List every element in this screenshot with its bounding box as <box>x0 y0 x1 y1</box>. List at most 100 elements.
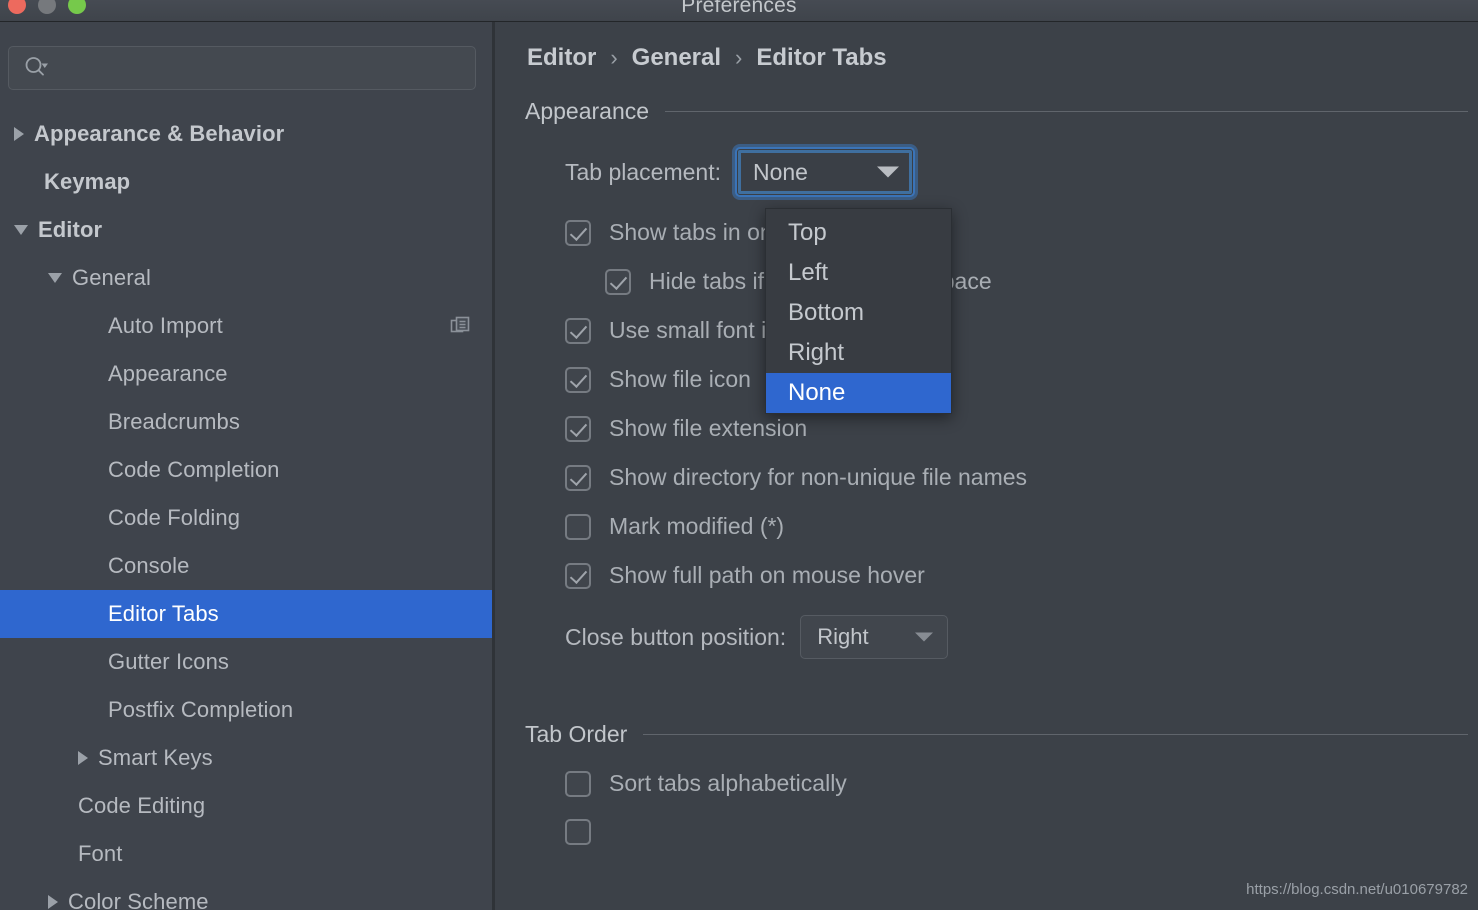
checkbox-checked[interactable] <box>565 219 591 246</box>
settings-main-panel: Editor › General › Editor Tabs Appearance Ta… <box>495 22 1478 910</box>
checkbox-row[interactable]: Show directory for non-unique file names <box>565 464 1478 491</box>
search-input[interactable] <box>49 58 475 78</box>
settings-sidebar: Appearance & Behavior Keymap Editor General… <box>0 22 492 910</box>
sidebar-item-label: Color Scheme <box>68 889 209 910</box>
search-icon <box>23 55 49 81</box>
sidebar-item-label: Console <box>108 553 190 578</box>
sidebar-item-label: Font <box>78 841 123 866</box>
dropdown-option-none[interactable]: None <box>766 373 951 413</box>
tab-placement-combobox[interactable]: None <box>734 147 915 197</box>
close-button-position-value: Right <box>817 624 869 649</box>
sidebar-item-gutter-icons[interactable]: Gutter Icons <box>0 638 492 686</box>
checkbox-label: Show full path on mouse hover <box>609 562 925 588</box>
checkbox-label: Sort tabs alphabetically <box>609 770 847 796</box>
sidebar-item-appearance-behavior[interactable]: Appearance & Behavior <box>0 110 492 158</box>
breadcrumb-item[interactable]: General <box>632 44 721 72</box>
checkbox-label: Mark modified (*) <box>609 513 785 539</box>
copy-icon[interactable] <box>450 316 470 336</box>
sidebar-item-label: Keymap <box>44 169 131 194</box>
sidebar-item-code-folding[interactable]: Code Folding <box>0 494 492 542</box>
tab-placement-value: None <box>752 158 808 185</box>
checkbox-row[interactable]: Mark modified (*) <box>565 513 1478 540</box>
sidebar-item-label: Breadcrumbs <box>108 409 240 434</box>
sidebar-item-code-completion[interactable]: Code Completion <box>0 446 492 494</box>
sidebar-item-code-editing[interactable]: Code Editing <box>0 782 492 830</box>
checkbox-row[interactable]: Use small font in tabs <box>565 317 1478 344</box>
checkbox-label: Show file icon <box>609 366 751 392</box>
sidebar-item-label: Code Editing <box>78 793 206 818</box>
chevron-right-icon[interactable] <box>48 895 58 909</box>
chevron-right-icon[interactable] <box>14 127 24 141</box>
sidebar-item-label: Auto Import <box>108 313 223 338</box>
sidebar-item-editor-tabs[interactable]: Editor Tabs <box>0 590 492 638</box>
chevron-down-icon <box>876 166 899 178</box>
chevron-right-icon[interactable] <box>78 751 88 765</box>
sidebar-search-area <box>0 22 492 90</box>
dropdown-option-left[interactable]: Left <box>766 253 951 293</box>
checkbox[interactable] <box>565 819 591 845</box>
checkbox-label: Show file extension <box>609 415 808 441</box>
close-button-position-combobox[interactable]: Right <box>800 615 949 659</box>
dropdown-option-right[interactable]: Right <box>766 333 951 373</box>
sidebar-item-label: Appearance <box>108 361 228 386</box>
sidebar-item-breadcrumbs[interactable]: Breadcrumbs <box>0 398 492 446</box>
breadcrumb-item[interactable]: Editor Tabs <box>756 44 886 72</box>
dropdown-option-bottom[interactable]: Bottom <box>766 293 951 333</box>
sidebar-item-label: Postfix Completion <box>108 697 294 722</box>
sidebar-item-font[interactable]: Font <box>0 830 492 878</box>
dropdown-option-top[interactable]: Top <box>766 213 951 253</box>
checkbox-row[interactable]: Show tabs in one row <box>565 219 1478 246</box>
watermark-text: https://blog.csdn.net/u010679782 <box>1246 881 1468 898</box>
checkbox-checked[interactable] <box>565 562 591 589</box>
sidebar-item-label: Code Folding <box>108 505 241 530</box>
sidebar-item-keymap[interactable]: Keymap <box>0 158 492 206</box>
sidebar-item-label: Gutter Icons <box>108 649 230 674</box>
sidebar-item-label: Appearance & Behavior <box>34 121 285 146</box>
checkbox-unchecked[interactable] <box>565 513 591 540</box>
checkbox-checked[interactable] <box>565 415 591 442</box>
sidebar-item-console[interactable]: Console <box>0 542 492 590</box>
partial-checkbox-row[interactable] <box>565 819 1478 845</box>
settings-tree: Appearance & Behavior Keymap Editor General… <box>0 110 492 910</box>
checkbox-row[interactable]: Sort tabs alphabetically <box>565 770 1478 797</box>
chevron-down-icon[interactable] <box>48 273 62 283</box>
sidebar-item-appearance[interactable]: Appearance <box>0 350 492 398</box>
close-button-position-label: Close button position: <box>565 623 787 650</box>
sidebar-item-label: Code Completion <box>108 457 280 482</box>
checkbox-label: Show directory for non-unique file names <box>609 464 1028 490</box>
breadcrumb: Editor › General › Editor Tabs <box>495 22 1478 72</box>
sidebar-item-postfix-completion[interactable]: Postfix Completion <box>0 686 492 734</box>
checkbox-row[interactable]: Show file extension <box>565 415 1478 442</box>
sidebar-item-label: Editor <box>38 217 103 242</box>
sidebar-item-color-scheme[interactable]: Color Scheme <box>0 878 492 910</box>
tab-placement-dropdown-menu[interactable]: Top Left Bottom Right None <box>765 208 952 414</box>
sidebar-item-general[interactable]: General <box>0 254 492 302</box>
sidebar-item-auto-import[interactable]: Auto Import <box>0 302 492 350</box>
checkbox-row[interactable]: Show file icon <box>565 366 1478 393</box>
checkbox-unchecked[interactable] <box>565 770 591 797</box>
sidebar-item-smart-keys[interactable]: Smart Keys <box>0 734 492 782</box>
search-box[interactable] <box>8 46 476 90</box>
checkbox-row[interactable]: Show full path on mouse hover <box>565 562 1478 589</box>
tab-placement-row: Tab placement: None <box>565 147 1478 197</box>
checkbox-checked[interactable] <box>565 366 591 393</box>
sidebar-item-label: Smart Keys <box>98 745 213 770</box>
checkbox-checked[interactable] <box>565 464 591 491</box>
close-button-position-row: Close button position: Right <box>565 615 1478 659</box>
checkbox-checked[interactable] <box>565 317 591 344</box>
checkbox-row[interactable]: Hide tabs if there is no free space <box>605 268 1478 295</box>
checkbox-checked[interactable] <box>605 268 631 295</box>
chevron-down-icon <box>915 632 934 642</box>
sidebar-item-editor[interactable]: Editor <box>0 206 492 254</box>
chevron-down-icon[interactable] <box>14 225 28 235</box>
breadcrumb-item[interactable]: Editor <box>527 44 596 72</box>
breadcrumb-separator: › <box>610 45 618 70</box>
